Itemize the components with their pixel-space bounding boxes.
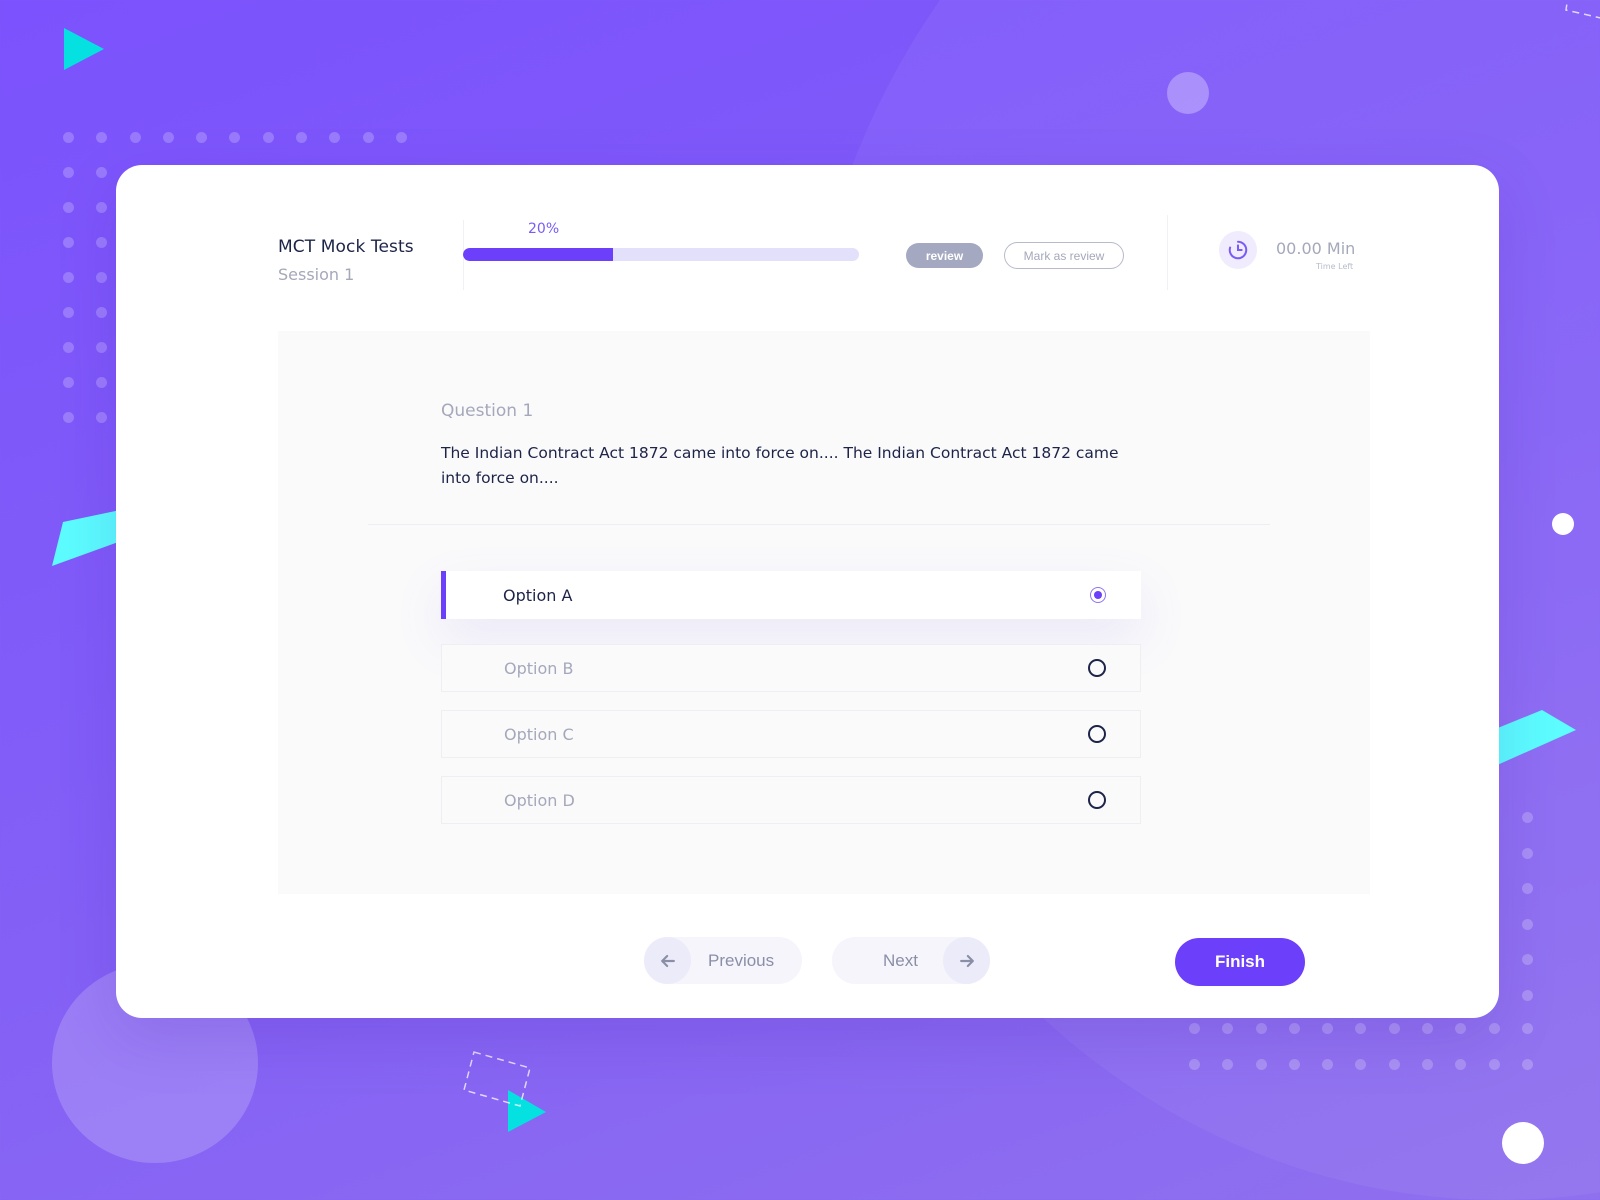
- finish-button[interactable]: Finish: [1175, 938, 1305, 986]
- next-button[interactable]: Next: [832, 937, 990, 984]
- radio-icon[interactable]: [1088, 791, 1106, 809]
- option-c[interactable]: Option C: [441, 710, 1141, 758]
- quiz-card: MCT Mock Tests Session 1 20% review Mark…: [116, 165, 1499, 1018]
- dashed-box-decoration-bottom: [463, 1051, 531, 1107]
- background-dot-white-large: [1502, 1122, 1544, 1164]
- question-number: Question 1: [441, 401, 534, 421]
- previous-button[interactable]: Previous: [644, 937, 802, 984]
- timer-value: 00.00 Min: [1276, 239, 1356, 258]
- review-button[interactable]: review: [906, 243, 983, 268]
- question-panel: Question 1 The Indian Contract Act 1872 …: [278, 331, 1370, 894]
- arrow-left-icon: [660, 954, 675, 967]
- progress-bar: [463, 248, 859, 261]
- session-label: Session 1: [278, 265, 355, 284]
- option-b[interactable]: Option B: [441, 644, 1141, 692]
- radio-icon[interactable]: [1088, 659, 1106, 677]
- radio-selected-icon[interactable]: [1090, 587, 1106, 603]
- timer-label: Time Left: [1316, 262, 1354, 271]
- clock-icon: [1228, 240, 1248, 260]
- next-label: Next: [883, 950, 918, 970]
- triangle-decoration-top-left: [64, 28, 104, 70]
- question-text: The Indian Contract Act 1872 came into f…: [441, 444, 1119, 487]
- test-title: MCT Mock Tests: [278, 237, 414, 257]
- background-dot-white: [1552, 513, 1574, 535]
- timer-icon-wrap: [1219, 231, 1257, 269]
- dashed-box-decoration-top-right: [1565, 0, 1600, 19]
- option-d[interactable]: Option D: [441, 776, 1141, 824]
- header-divider-right: [1167, 215, 1168, 290]
- radio-icon[interactable]: [1088, 725, 1106, 743]
- arrow-right-icon-wrap: [943, 937, 990, 984]
- option-a[interactable]: Option A: [441, 571, 1141, 619]
- question-divider: [368, 524, 1270, 525]
- dot-grid-right: [1522, 812, 1533, 1001]
- mark-as-review-button[interactable]: Mark as review: [1004, 242, 1124, 269]
- option-label: Option C: [504, 724, 574, 744]
- option-label: Option D: [504, 790, 575, 810]
- arrow-right-icon: [959, 954, 974, 967]
- progress-percent: 20%: [528, 221, 560, 237]
- dot-grid-bottom: [1189, 1023, 1555, 1070]
- progress-bar-fill: [463, 248, 614, 261]
- option-label: Option B: [504, 658, 574, 678]
- option-label: Option A: [503, 585, 573, 605]
- previous-label: Previous: [708, 950, 775, 970]
- background-circle-small: [1167, 72, 1209, 114]
- arrow-left-icon-wrap: [644, 937, 691, 984]
- dot-grid-top: [63, 132, 429, 143]
